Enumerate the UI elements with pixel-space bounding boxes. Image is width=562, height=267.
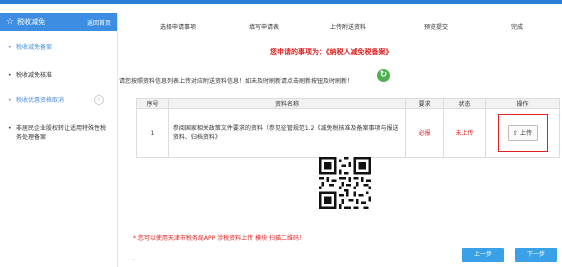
bullet-icon: •: [8, 125, 12, 132]
upload-highlight: ⇧ 上传: [497, 114, 548, 152]
chevron-right-icon[interactable]: ›: [94, 95, 104, 105]
sidebar-item-cancel-qualification[interactable]: • 税收优惠资格取消 ›: [0, 95, 118, 105]
upload-status: 未上传: [443, 108, 487, 158]
sidebar-item-label: 税收减免核准: [16, 72, 53, 79]
bullet-icon: •: [8, 44, 12, 51]
sidebar-item-label: 非居民企业股权转让适用特殊性税务处理备案: [16, 125, 107, 141]
prev-step-button[interactable]: 上一步: [462, 248, 504, 262]
column-header: 操作: [485, 98, 560, 109]
bullet-icon: •: [8, 97, 12, 104]
table-row: 1 参阅国家相关政策文件要求的资料（参见征管规范1.2《减免税核准及备案事项与报…: [136, 108, 560, 158]
action-cell: ⇧ 上传: [485, 108, 560, 158]
column-header: 序号: [136, 98, 169, 109]
sidebar-item-approval[interactable]: • 税收减免核准: [0, 71, 118, 80]
upload-label: 上传: [520, 129, 533, 137]
step-upload: 上传附送资料: [330, 24, 367, 31]
upload-icon: ⇧: [512, 129, 518, 137]
step-preview: 预览提交: [424, 24, 449, 31]
column-header: 状态: [443, 98, 487, 109]
qr-code: [319, 157, 371, 209]
sidebar-header: ☆ 税收减免 返回首页: [0, 13, 117, 31]
step-select-item: 选择申请事项: [160, 24, 197, 31]
row-index: 1: [136, 108, 169, 158]
refresh-icon[interactable]: ↻: [377, 69, 390, 82]
column-header: 要求: [405, 98, 445, 109]
next-step-button[interactable]: 下一步: [515, 248, 557, 262]
requirement-badge: 必报: [405, 108, 445, 158]
sidebar-item-label: 税收优惠资格取消: [16, 97, 65, 104]
bullet-icon: •: [8, 72, 12, 79]
application-notice: 您申请的事项为：《纳税人减免税备案》: [270, 48, 393, 56]
sidebar-item-equity-transfer[interactable]: • 非居民企业股权转让适用特殊性税务处理备案: [0, 124, 112, 142]
upload-button[interactable]: ⇧ 上传: [507, 125, 538, 141]
home-link[interactable]: 返回首页: [87, 18, 111, 27]
sidebar-item-label: 税收减免备案: [16, 44, 53, 51]
footer-dot: .: [133, 255, 135, 262]
sidebar-title: 税收减免: [17, 18, 46, 26]
step-complete: 完成: [511, 24, 524, 31]
materials-table: 序号 资料名称 要求 状态 操作 1 参阅国家相关政策文件要求的资料（参见征管规…: [136, 98, 560, 158]
column-header: 资料名称: [167, 98, 407, 109]
sidebar-item-filing[interactable]: • 税收减免备案: [0, 43, 118, 52]
material-name: 参阅国家相关政策文件要求的资料（参见征管规范1.2《减免税核准及备案事项与报送资…: [167, 108, 407, 158]
qr-code-note: * 您可以使用天津市税务局APP 涉税资料上传 模块 扫描二维码！: [133, 235, 305, 242]
top-strip: [0, 0, 562, 4]
upload-instruction: 请您按照资料信息列表上传对应附送资料信息！如未及时刷新请点击刷新按钮及时刷新！: [119, 78, 354, 85]
step-fill-form: 填写申请表: [249, 24, 280, 31]
star-icon: ☆: [6, 17, 15, 27]
